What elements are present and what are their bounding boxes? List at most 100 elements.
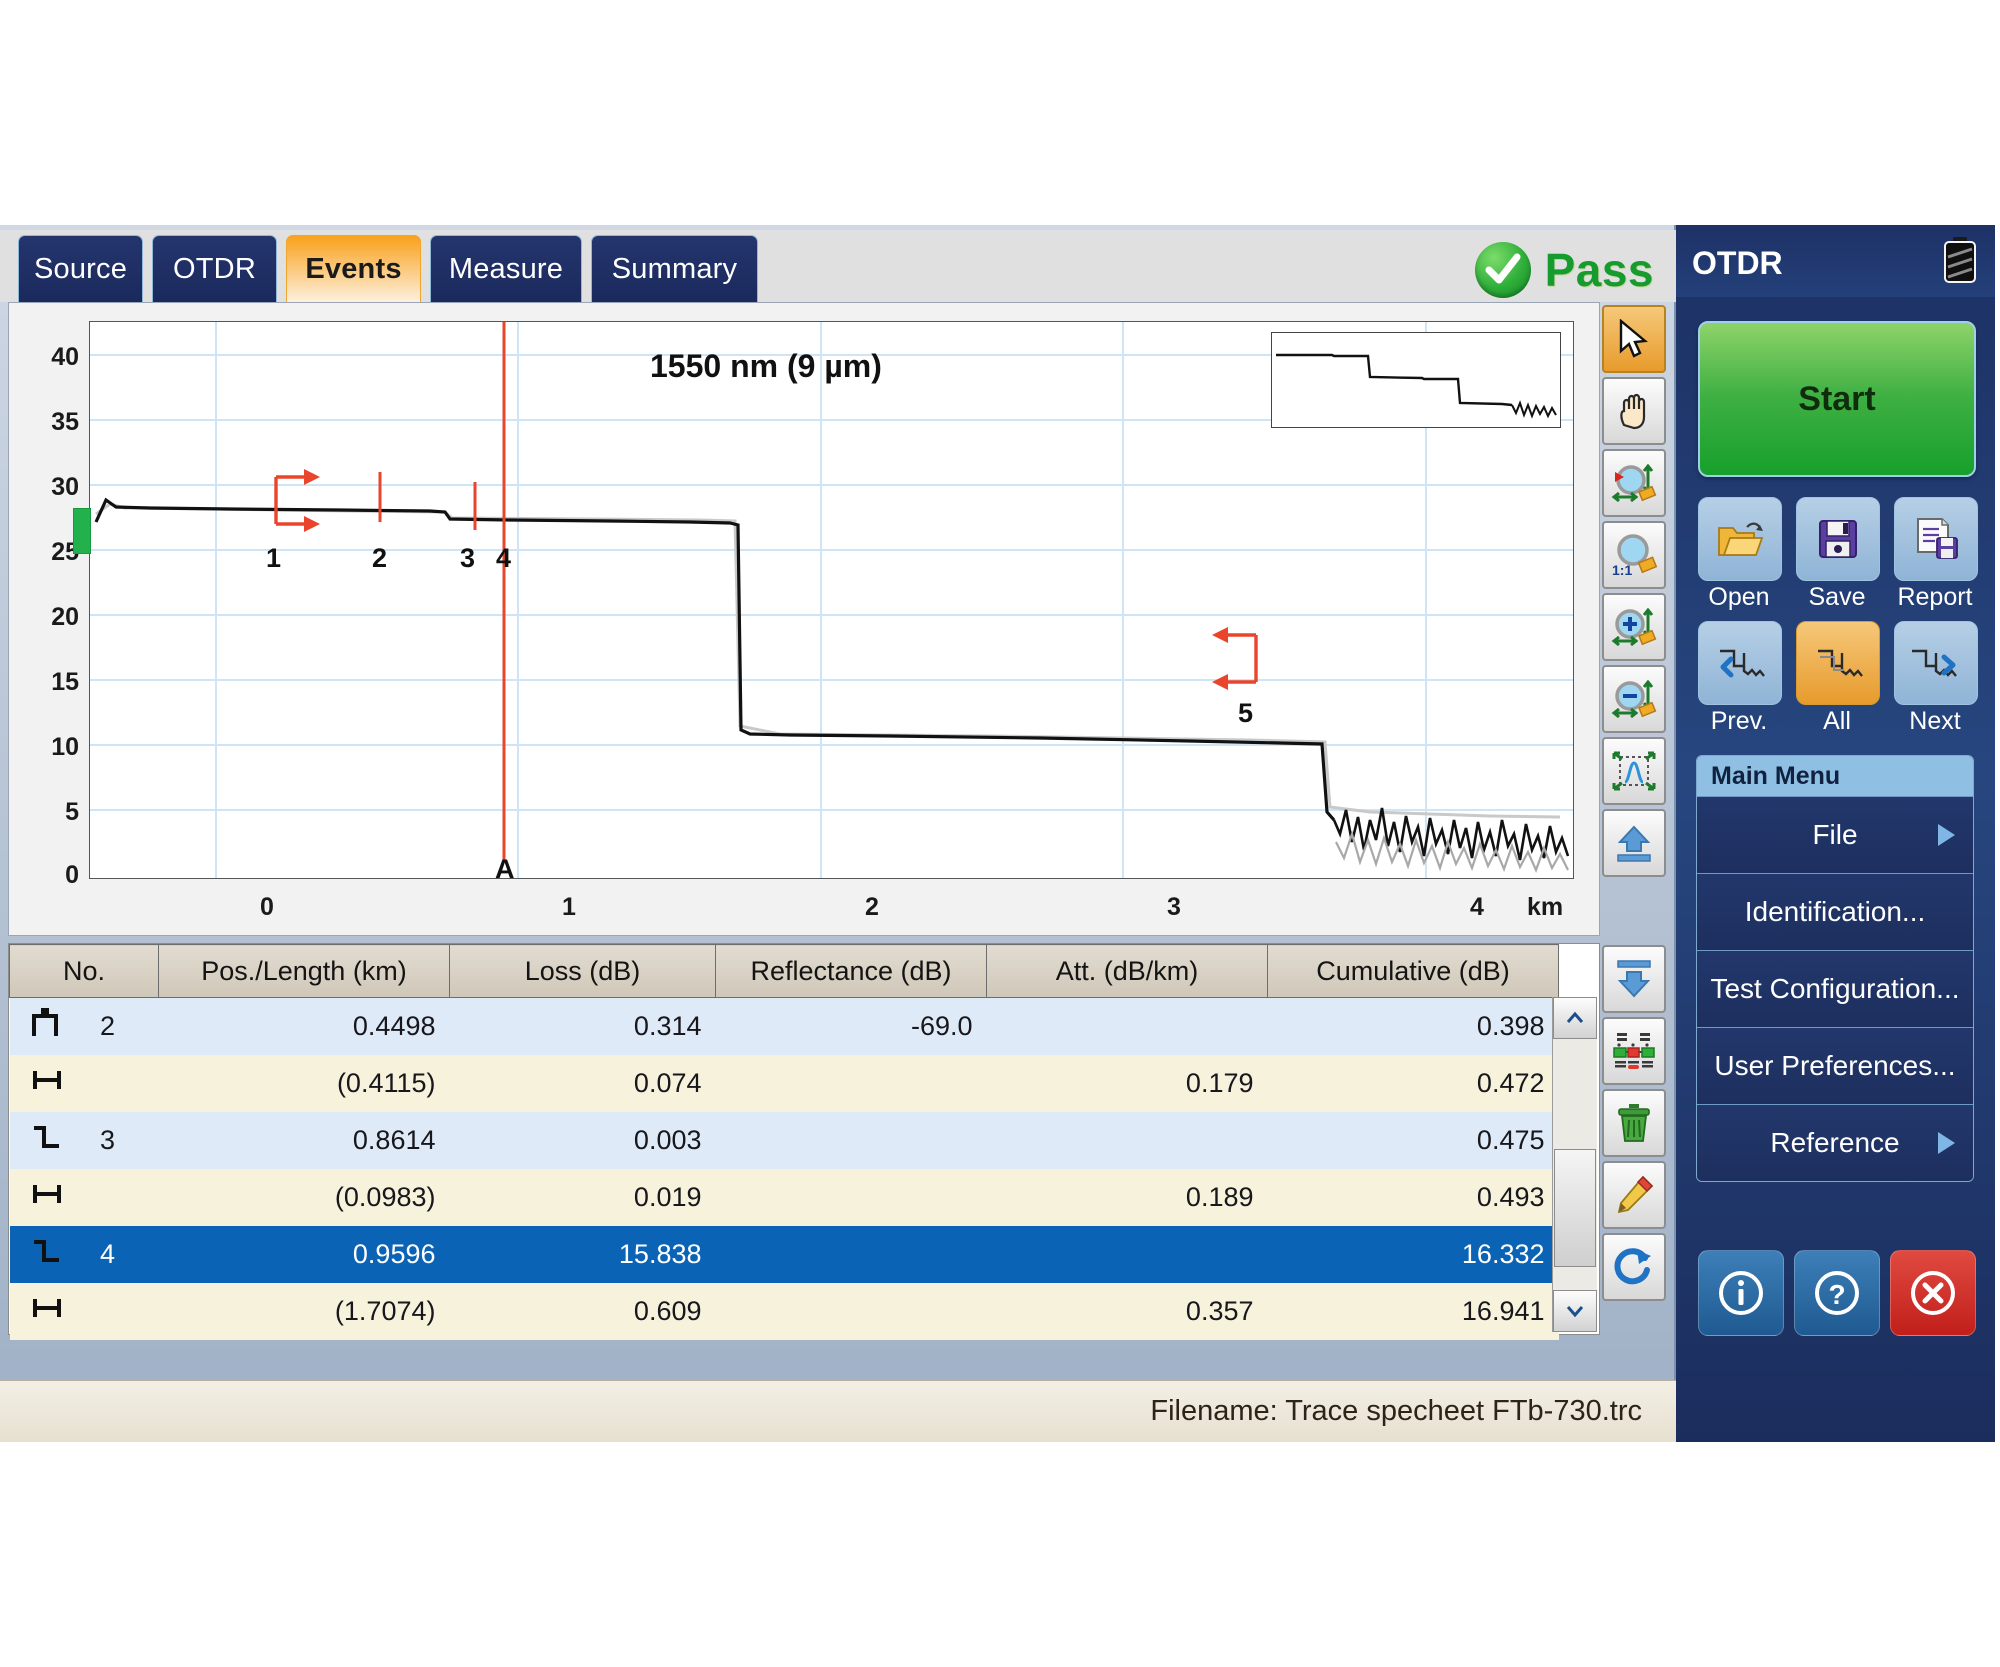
row-reflectance [716, 1055, 987, 1112]
table-row-selected[interactable]: 4 0.9596 15.838 16.332 [9, 1225, 1559, 1283]
prev-trace-icon [1720, 649, 1765, 678]
report-button[interactable] [1894, 497, 1978, 581]
tab-measure-label: Measure [448, 252, 564, 285]
tab-events-label: Events [305, 252, 402, 285]
events-table-body: 2 0.4498 0.314 -69.0 0.398 (0.4115) 0.07… [9, 997, 1559, 1340]
zoom-in-icon[interactable] [1602, 593, 1666, 661]
zoom-to-peak-icon[interactable] [1602, 737, 1666, 805]
status-badge-label: Pass [1544, 244, 1654, 296]
refresh-icon[interactable] [1602, 1233, 1666, 1301]
menu-item-test-configuration[interactable]: Test Configuration... [1697, 950, 1973, 1027]
table-header-row: No. Pos./Length (km) Loss (dB) Reflectan… [9, 944, 1559, 998]
row-pos: 0.4498 [352, 1010, 436, 1041]
row-pos: (0.0983) [334, 1181, 436, 1212]
fiber-schematic-icon[interactable] [1602, 1017, 1666, 1085]
col-header-reflectance: Reflectance (dB) [715, 944, 987, 998]
row-cumulative: 16.332 [1461, 1238, 1545, 1269]
event-marker-2: 2 [372, 543, 387, 573]
main-panel: Source OTDR Events Measure Summary Pass … [0, 225, 1676, 1442]
menu-item-reference[interactable]: Reference [1697, 1104, 1973, 1181]
x-tick-2: 2 [865, 893, 879, 921]
tab-events[interactable]: Events [286, 235, 421, 302]
zoom-one-to-one-icon[interactable]: 1:1 [1602, 521, 1666, 589]
row-cumulative: 0.493 [1476, 1181, 1545, 1212]
menu-item-reference-label: Reference [1770, 1127, 1900, 1158]
close-button[interactable] [1890, 1250, 1976, 1336]
row-reflectance [716, 1169, 987, 1226]
trace-plot-area[interactable]: A 1 2 3 4 5 1550 nm (9 µm) [89, 321, 1574, 879]
scroll-up-arrow-icon[interactable] [1553, 997, 1597, 1039]
row-loss: 15.838 [618, 1238, 702, 1269]
tab-summary[interactable]: Summary [591, 235, 758, 302]
scroll-down-arrow-icon[interactable] [1553, 1290, 1597, 1332]
x-tick-3: 3 [1167, 893, 1181, 921]
svg-text:1:1: 1:1 [1612, 562, 1632, 577]
status-badge: Pass [1474, 242, 1654, 298]
tab-source[interactable]: Source [18, 235, 143, 302]
row-cumulative: 16.941 [1461, 1295, 1545, 1326]
table-scrollbar[interactable] [1552, 997, 1597, 1332]
scroll-up-icon[interactable] [1602, 809, 1666, 877]
trace-overview-thumbnail[interactable] [1271, 332, 1561, 428]
row-att: 0.189 [1185, 1181, 1254, 1212]
row-no: 3 [100, 1124, 116, 1155]
zoom-fit-icon[interactable] [1602, 449, 1666, 517]
table-row[interactable]: (0.4115) 0.074 0.179 0.472 [9, 1054, 1559, 1112]
event-marker-1: 1 [266, 543, 281, 573]
table-row[interactable]: 2 0.4498 0.314 -69.0 0.398 [9, 997, 1559, 1055]
row-att [987, 1112, 1268, 1169]
span-section-icon [10, 1169, 85, 1226]
row-no: 2 [100, 1010, 116, 1041]
scroll-down-icon[interactable] [1602, 945, 1666, 1013]
y-tick-40: 40 [51, 343, 79, 371]
tab-otdr[interactable]: OTDR [152, 235, 277, 302]
table-row[interactable]: (1.7074) 0.609 0.357 16.941 [9, 1282, 1559, 1340]
wavelength-label: 1550 nm (9 µm) [650, 348, 882, 384]
row-no [84, 1283, 159, 1340]
y-tick-0: 0 [65, 861, 79, 889]
col-header-att: Att. (dB/km) [986, 944, 1268, 998]
side-panel-header: OTDR [1676, 225, 1995, 297]
edit-pencil-icon[interactable] [1602, 1161, 1666, 1229]
delete-trash-icon[interactable] [1602, 1089, 1666, 1157]
prev-button[interactable] [1698, 621, 1782, 705]
save-floppy-icon [1819, 520, 1857, 558]
menu-item-file-label: File [1812, 819, 1858, 850]
tab-source-label: Source [33, 252, 128, 285]
event-marker-3: 3 [460, 543, 475, 573]
y-tick-25: 25 [51, 538, 79, 566]
zoom-out-icon[interactable] [1602, 665, 1666, 733]
menu-item-identification[interactable]: Identification... [1697, 873, 1973, 950]
next-button[interactable] [1894, 621, 1978, 705]
fiber-start-marker [73, 508, 91, 554]
row-cumulative: 0.472 [1476, 1067, 1545, 1098]
table-row[interactable]: (0.0983) 0.019 0.189 0.493 [9, 1168, 1559, 1226]
battery-icon [1939, 235, 1981, 290]
row-loss: 0.074 [633, 1067, 702, 1098]
row-reflectance [716, 1112, 987, 1169]
menu-item-user-preferences[interactable]: User Preferences... [1697, 1027, 1973, 1104]
help-button[interactable]: ? [1794, 1250, 1880, 1336]
device-screen: Source OTDR Events Measure Summary Pass … [0, 225, 1995, 1442]
loss-event-icon [10, 1112, 85, 1169]
chevron-right-icon [1938, 1132, 1955, 1154]
save-button[interactable] [1796, 497, 1880, 581]
tab-measure[interactable]: Measure [430, 235, 582, 302]
event-marker-5: 5 [1238, 698, 1253, 728]
pan-hand-icon[interactable] [1602, 377, 1666, 445]
start-button[interactable]: Start [1698, 321, 1976, 477]
menu-item-identification-label: Identification... [1744, 896, 1926, 927]
open-button[interactable] [1698, 497, 1782, 581]
all-button[interactable] [1796, 621, 1880, 705]
chevron-right-icon [1938, 824, 1955, 846]
table-row[interactable]: 3 0.8614 0.003 0.475 [9, 1111, 1559, 1169]
table-toolbar [1602, 945, 1670, 1305]
scrollbar-thumb[interactable] [1554, 1149, 1596, 1267]
y-tick-15: 15 [51, 668, 79, 696]
cursor-a-label: A [495, 854, 515, 878]
y-tick-30: 30 [51, 473, 79, 501]
y-tick-35: 35 [51, 408, 79, 436]
cursor-select-icon[interactable] [1602, 305, 1666, 373]
info-button[interactable] [1698, 1250, 1784, 1336]
menu-item-file[interactable]: File [1697, 796, 1973, 873]
